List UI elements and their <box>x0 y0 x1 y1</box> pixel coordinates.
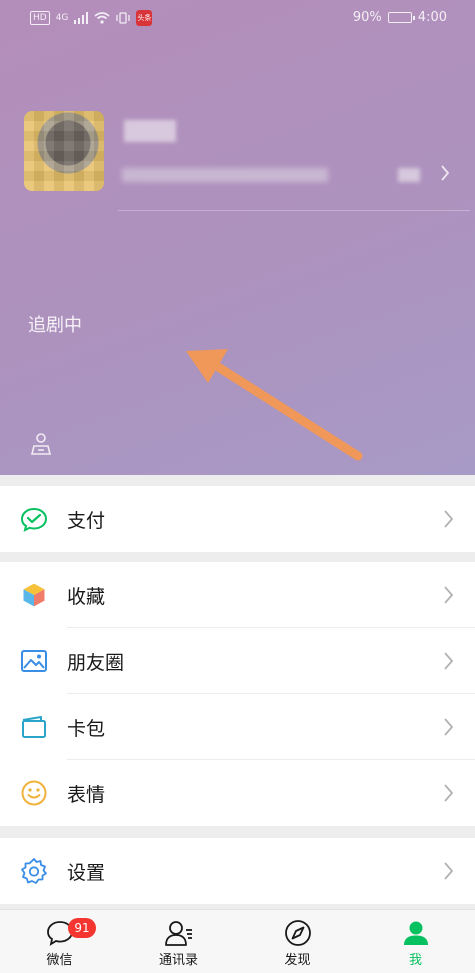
wechat-id-blurred <box>122 168 328 182</box>
qr-code-icon[interactable] <box>398 168 420 182</box>
wechat-pay-icon <box>20 507 48 532</box>
tab-label-contacts: 通讯录 <box>158 953 198 968</box>
tab-contacts[interactable]: 通讯录 <box>119 910 238 973</box>
chevron-right-icon <box>444 862 454 880</box>
user-status[interactable]: 追剧中 <box>28 311 82 337</box>
status-bar: HD 4G 头条 90% 4:00 <box>0 0 475 38</box>
menu-label-favorites: 收藏 <box>67 585 106 608</box>
menu-item-settings[interactable]: 设置 <box>0 838 475 904</box>
menu-label-cards: 卡包 <box>67 717 106 740</box>
tab-discover[interactable]: 发现 <box>238 910 357 973</box>
hd-indicator: HD <box>30 11 50 25</box>
favorites-cube-icon <box>22 582 46 608</box>
compass-icon <box>284 920 311 946</box>
menu-label-settings: 设置 <box>67 861 106 884</box>
chevron-right-icon[interactable] <box>440 164 450 182</box>
tab-label-chats: 微信 <box>46 953 73 968</box>
tab-label-me: 我 <box>408 953 422 968</box>
battery-icon <box>387 12 415 23</box>
menu-item-pay[interactable]: 支付 <box>0 486 475 552</box>
chevron-right-icon <box>444 586 454 604</box>
menu-group-pay: 支付 <box>0 486 475 552</box>
menu-label-pay: 支付 <box>67 509 106 532</box>
moments-photo-icon <box>21 650 47 672</box>
unread-badge: 91 <box>68 918 96 938</box>
tab-me[interactable]: 我 <box>356 910 475 973</box>
wifi-icon <box>94 12 110 24</box>
status-add-icon[interactable] <box>30 432 52 456</box>
tab-chats[interactable]: 微信 91 <box>0 910 119 973</box>
gear-icon <box>21 858 47 884</box>
smiley-icon <box>21 780 47 806</box>
person-icon <box>403 921 428 945</box>
contacts-icon <box>164 921 192 946</box>
chevron-right-icon <box>444 652 454 670</box>
menu-label-moments: 朋友圈 <box>67 651 125 674</box>
menu-item-cards[interactable]: 卡包 <box>0 694 475 760</box>
menu-item-stickers[interactable]: 表情 <box>0 760 475 826</box>
avatar[interactable] <box>24 111 104 191</box>
vibrate-icon <box>116 12 131 24</box>
menu-item-favorites[interactable]: 收藏 <box>0 562 475 628</box>
chevron-right-icon <box>444 510 454 528</box>
clock: 4:00 <box>417 10 447 25</box>
signal-icon <box>74 12 89 24</box>
header-divider <box>118 210 470 211</box>
menu-label-stickers: 表情 <box>67 783 106 806</box>
nickname-blurred <box>124 120 176 142</box>
menu-group-settings: 设置 <box>0 838 475 904</box>
battery-percent: 90% <box>352 10 382 25</box>
app-notification-icon: 头条 <box>136 10 153 26</box>
chevron-right-icon <box>444 784 454 802</box>
chevron-right-icon <box>444 718 454 736</box>
menu-group-main: 收藏 朋友圈 卡包 表情 <box>0 562 475 826</box>
signal-tag: 4G <box>55 13 69 23</box>
profile-header[interactable]: HD 4G 头条 90% 4:00 追剧中 <box>0 0 475 475</box>
card-wallet-icon <box>22 716 46 738</box>
tab-label-discover: 发现 <box>284 953 311 968</box>
bottom-tab-bar: 微信 91 通讯录 发现 我 <box>0 909 475 973</box>
menu-item-moments[interactable]: 朋友圈 <box>0 628 475 694</box>
annotation-arrow <box>186 349 363 461</box>
